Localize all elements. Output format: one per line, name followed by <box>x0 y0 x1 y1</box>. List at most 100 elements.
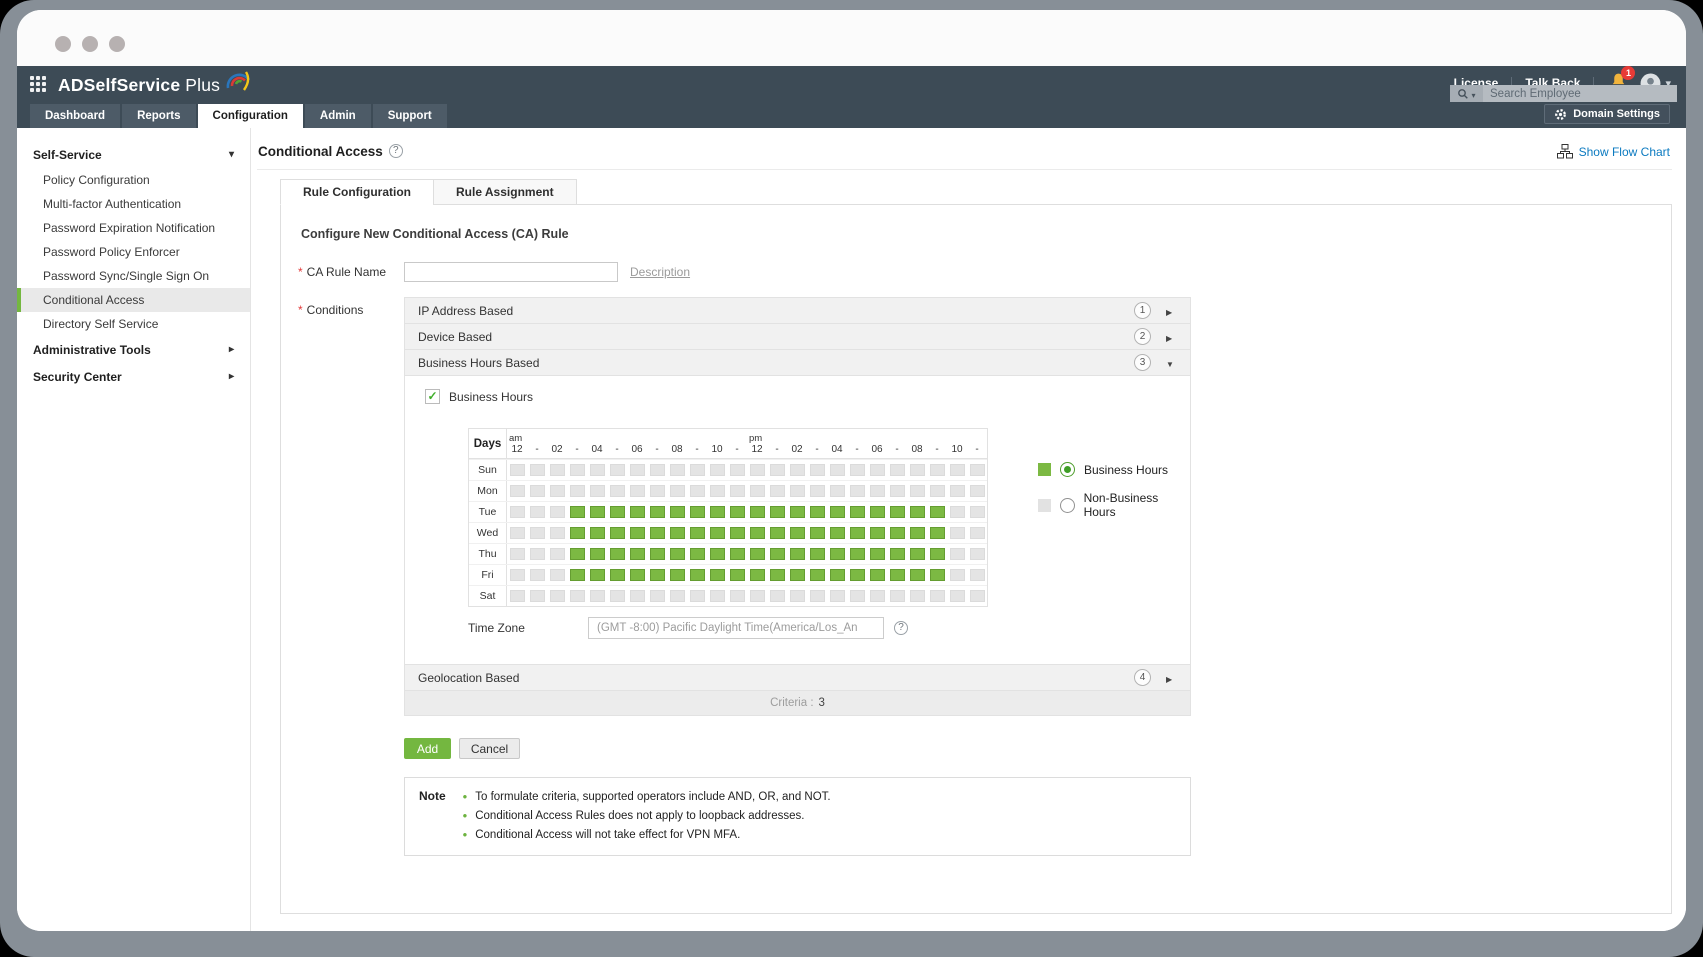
accordion-ip-address-based[interactable]: IP Address Based 1 <box>405 298 1190 324</box>
hour-cell[interactable] <box>807 481 827 501</box>
app-grid-icon[interactable] <box>30 76 48 94</box>
hour-cell[interactable] <box>827 523 847 543</box>
hour-cell[interactable] <box>847 481 867 501</box>
hour-cell[interactable] <box>747 523 767 543</box>
hour-cell[interactable] <box>887 523 907 543</box>
hour-cell[interactable] <box>887 565 907 585</box>
hour-cell[interactable] <box>667 481 687 501</box>
hour-cell[interactable] <box>947 502 967 522</box>
hour-cell[interactable] <box>507 523 527 543</box>
hour-cell[interactable] <box>607 544 627 564</box>
hour-cell[interactable] <box>727 544 747 564</box>
hour-cell[interactable] <box>887 460 907 480</box>
hour-cell[interactable] <box>827 460 847 480</box>
hour-cell[interactable] <box>947 481 967 501</box>
hour-cell[interactable] <box>707 481 727 501</box>
hour-cell[interactable] <box>887 544 907 564</box>
sidebar-item-password-expiration-notification[interactable]: Password Expiration Notification <box>17 216 250 240</box>
hour-cell[interactable] <box>587 523 607 543</box>
hour-cell[interactable] <box>667 523 687 543</box>
nav-tab-dashboard[interactable]: Dashboard <box>30 104 120 128</box>
hour-cell[interactable] <box>607 481 627 501</box>
hour-cell[interactable] <box>887 502 907 522</box>
hour-cell[interactable] <box>787 502 807 522</box>
hour-cell[interactable] <box>527 502 547 522</box>
hour-cell[interactable] <box>667 460 687 480</box>
hour-cell[interactable] <box>827 586 847 606</box>
hour-cell[interactable] <box>907 523 927 543</box>
hour-cell[interactable] <box>547 481 567 501</box>
hour-cell[interactable] <box>887 481 907 501</box>
hour-cell[interactable] <box>947 586 967 606</box>
hour-cell[interactable] <box>807 544 827 564</box>
hour-cell[interactable] <box>767 586 787 606</box>
hour-cell[interactable] <box>507 481 527 501</box>
hour-cell[interactable] <box>627 544 647 564</box>
hour-cell[interactable] <box>787 481 807 501</box>
hour-cell[interactable] <box>507 460 527 480</box>
hour-cell[interactable] <box>667 502 687 522</box>
business-hours-radio[interactable] <box>1060 462 1075 477</box>
hour-cell[interactable] <box>747 544 767 564</box>
nav-tab-support[interactable]: Support <box>373 104 447 128</box>
nav-tab-reports[interactable]: Reports <box>122 104 195 128</box>
hour-cell[interactable] <box>727 481 747 501</box>
nav-tab-admin[interactable]: Admin <box>305 104 371 128</box>
hour-cell[interactable] <box>947 565 967 585</box>
hour-cell[interactable] <box>967 544 987 564</box>
hour-cell[interactable] <box>827 502 847 522</box>
hour-cell[interactable] <box>567 544 587 564</box>
hour-cell[interactable] <box>867 586 887 606</box>
hour-cell[interactable] <box>867 565 887 585</box>
hour-cell[interactable] <box>567 460 587 480</box>
hour-cell[interactable] <box>807 502 827 522</box>
hour-cell[interactable] <box>687 523 707 543</box>
hour-cell[interactable] <box>967 481 987 501</box>
hour-cell[interactable] <box>587 565 607 585</box>
hour-cell[interactable] <box>927 460 947 480</box>
hour-cell[interactable] <box>807 565 827 585</box>
hour-cell[interactable] <box>567 502 587 522</box>
hour-cell[interactable] <box>867 460 887 480</box>
hour-cell[interactable] <box>867 544 887 564</box>
hour-cell[interactable] <box>927 481 947 501</box>
hour-cell[interactable] <box>667 565 687 585</box>
accordion-geolocation-based[interactable]: Geolocation Based 4 <box>405 665 1190 691</box>
hour-cell[interactable] <box>767 460 787 480</box>
collapse-arrow-icon[interactable] <box>1166 354 1177 372</box>
hour-cell[interactable] <box>567 565 587 585</box>
expand-arrow-icon[interactable] <box>1166 669 1177 687</box>
tab-rule-assignment[interactable]: Rule Assignment <box>433 179 577 205</box>
hour-cell[interactable] <box>547 565 567 585</box>
hour-cell[interactable] <box>587 481 607 501</box>
hour-cell[interactable] <box>527 460 547 480</box>
sidebar-item-password-policy-enforcer[interactable]: Password Policy Enforcer <box>17 240 250 264</box>
hour-cell[interactable] <box>927 586 947 606</box>
hour-cell[interactable] <box>787 565 807 585</box>
hour-cell[interactable] <box>587 586 607 606</box>
hour-cell[interactable] <box>647 481 667 501</box>
search-input[interactable] <box>1483 85 1677 102</box>
hour-cell[interactable] <box>527 586 547 606</box>
hour-cell[interactable] <box>927 565 947 585</box>
hour-cell[interactable] <box>767 502 787 522</box>
hour-cell[interactable] <box>687 502 707 522</box>
hour-cell[interactable] <box>707 460 727 480</box>
hour-cell[interactable] <box>927 544 947 564</box>
hour-cell[interactable] <box>747 502 767 522</box>
hour-cell[interactable] <box>907 565 927 585</box>
domain-settings-button[interactable]: Domain Settings <box>1544 104 1670 124</box>
hour-cell[interactable] <box>907 544 927 564</box>
hour-cell[interactable] <box>607 523 627 543</box>
hour-cell[interactable] <box>747 481 767 501</box>
sidebar-section-administrative-tools[interactable]: Administrative Tools <box>17 336 250 363</box>
hour-cell[interactable] <box>687 586 707 606</box>
hour-cell[interactable] <box>627 502 647 522</box>
hour-cell[interactable] <box>627 586 647 606</box>
hour-cell[interactable] <box>567 481 587 501</box>
add-button[interactable]: Add <box>404 738 451 759</box>
hour-cell[interactable] <box>767 481 787 501</box>
hour-cell[interactable] <box>847 565 867 585</box>
hour-cell[interactable] <box>607 565 627 585</box>
sidebar-item-conditional-access[interactable]: Conditional Access <box>17 288 250 312</box>
